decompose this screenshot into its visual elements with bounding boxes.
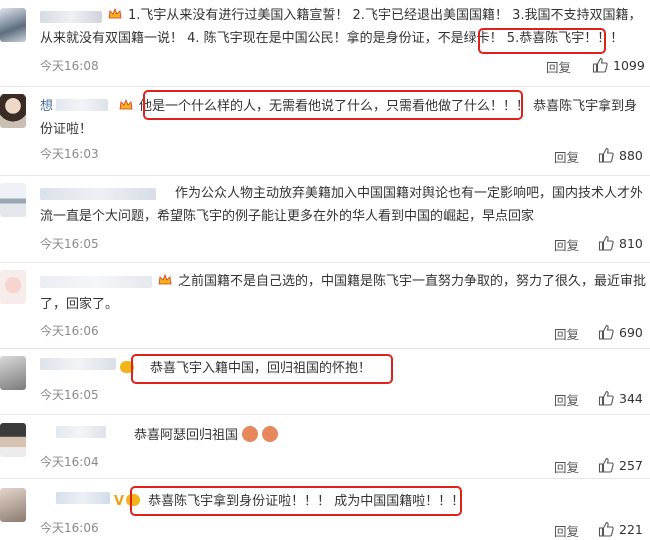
highlight-box [131, 354, 393, 384]
like-button[interactable]: 1099 [592, 57, 645, 73]
thumbs-up-icon [598, 390, 614, 406]
thumbs-up-icon [598, 457, 614, 473]
comment-2: 想他是一个什么样的人，无需看他说了什么，只需看他做了什么！！！ 恭喜陈飞宇拿到身… [0, 86, 650, 175]
like-button[interactable]: 690 [598, 324, 643, 340]
reply-button[interactable]: 回复 [554, 521, 579, 540]
emoji-icon [242, 426, 259, 442]
avatar[interactable] [0, 8, 26, 42]
comment-5: 恭喜飞宇入籍中国，回归祖国的怀抱！ 今天16:05 回复 344 [0, 348, 650, 414]
timestamp: 今天16:06 [40, 521, 99, 535]
avatar[interactable] [0, 356, 26, 390]
avatar[interactable] [0, 423, 26, 457]
thumbs-up-icon [598, 521, 614, 537]
like-button[interactable]: 221 [598, 521, 643, 537]
highlight-box [130, 486, 462, 516]
reply-button[interactable]: 回复 [554, 457, 579, 476]
timestamp: 今天16:05 [40, 388, 99, 402]
reply-button[interactable]: 回复 [554, 235, 579, 254]
vip-badge-icon: V [114, 494, 125, 509]
avatar[interactable] [0, 270, 26, 304]
timestamp: 今天16:05 [40, 237, 99, 251]
reply-button[interactable]: 回复 [554, 324, 579, 343]
thumbs-up-icon [598, 235, 614, 251]
timestamp: 今天16:08 [40, 59, 99, 73]
avatar[interactable] [0, 94, 26, 128]
timestamp: 今天16:06 [40, 324, 99, 338]
like-count: 880 [619, 147, 643, 163]
comment-text: 作为公众人物主动放弃美籍加入中国国籍对舆论也有一定影响吧，国内技术人才外流一直是… [40, 186, 644, 224]
avatar[interactable] [0, 183, 26, 217]
emoji-icon [262, 426, 279, 442]
like-count: 1099 [613, 57, 645, 73]
like-count: 221 [619, 521, 643, 537]
comment-6: 恭喜阿瑟回归祖国 今天16:04 回复 257 [0, 414, 650, 478]
comment-text: 之前国籍不是自己选的，中国籍是陈飞宇一直努力争取的，努力了很久，最近审批了，回家… [40, 270, 646, 316]
timestamp: 今天16:04 [40, 455, 99, 469]
comment-1: 1.飞宇从来没有进行过美国入籍宣誓！ 2.飞宇已经退出美国国籍！ 3.我国不支持… [0, 0, 650, 86]
like-count: 690 [619, 324, 643, 340]
comment-7: V 恭喜陈飞宇拿到身份证啦！！！ 成为中国国籍啦！！！ 今天16:06 回复 22… [0, 478, 650, 539]
thumbs-up-icon [592, 57, 608, 73]
like-button[interactable]: 810 [598, 235, 643, 251]
timestamp: 今天16:03 [40, 147, 99, 161]
thumbs-up-icon [598, 147, 614, 163]
like-count: 344 [619, 390, 643, 406]
highlight-box [143, 90, 523, 120]
reply-button[interactable]: 回复 [554, 390, 579, 409]
comment-3: 作为公众人物主动放弃美籍加入中国国籍对舆论也有一定影响吧，国内技术人才外流一直是… [0, 175, 650, 262]
username-fragment[interactable]: 想 [40, 99, 53, 114]
reply-button[interactable]: 回复 [546, 57, 571, 76]
vip-crown-icon [158, 271, 172, 285]
reply-button[interactable]: 回复 [554, 147, 579, 166]
like-count: 257 [619, 457, 643, 473]
like-button[interactable]: 257 [598, 457, 643, 473]
avatar[interactable] [0, 488, 26, 522]
like-count: 810 [619, 235, 643, 251]
like-button[interactable]: 880 [598, 147, 643, 163]
comment-text: 恭喜阿瑟回归祖国 [40, 424, 646, 447]
thumbs-up-icon [598, 324, 614, 340]
like-button[interactable]: 344 [598, 390, 643, 406]
vip-crown-icon [108, 5, 122, 19]
comment-4: 之前国籍不是自己选的，中国籍是陈飞宇一直努力争取的，努力了很久，最近审批了，回家… [0, 262, 650, 348]
highlight-box [478, 28, 606, 54]
vip-crown-icon [119, 96, 133, 110]
